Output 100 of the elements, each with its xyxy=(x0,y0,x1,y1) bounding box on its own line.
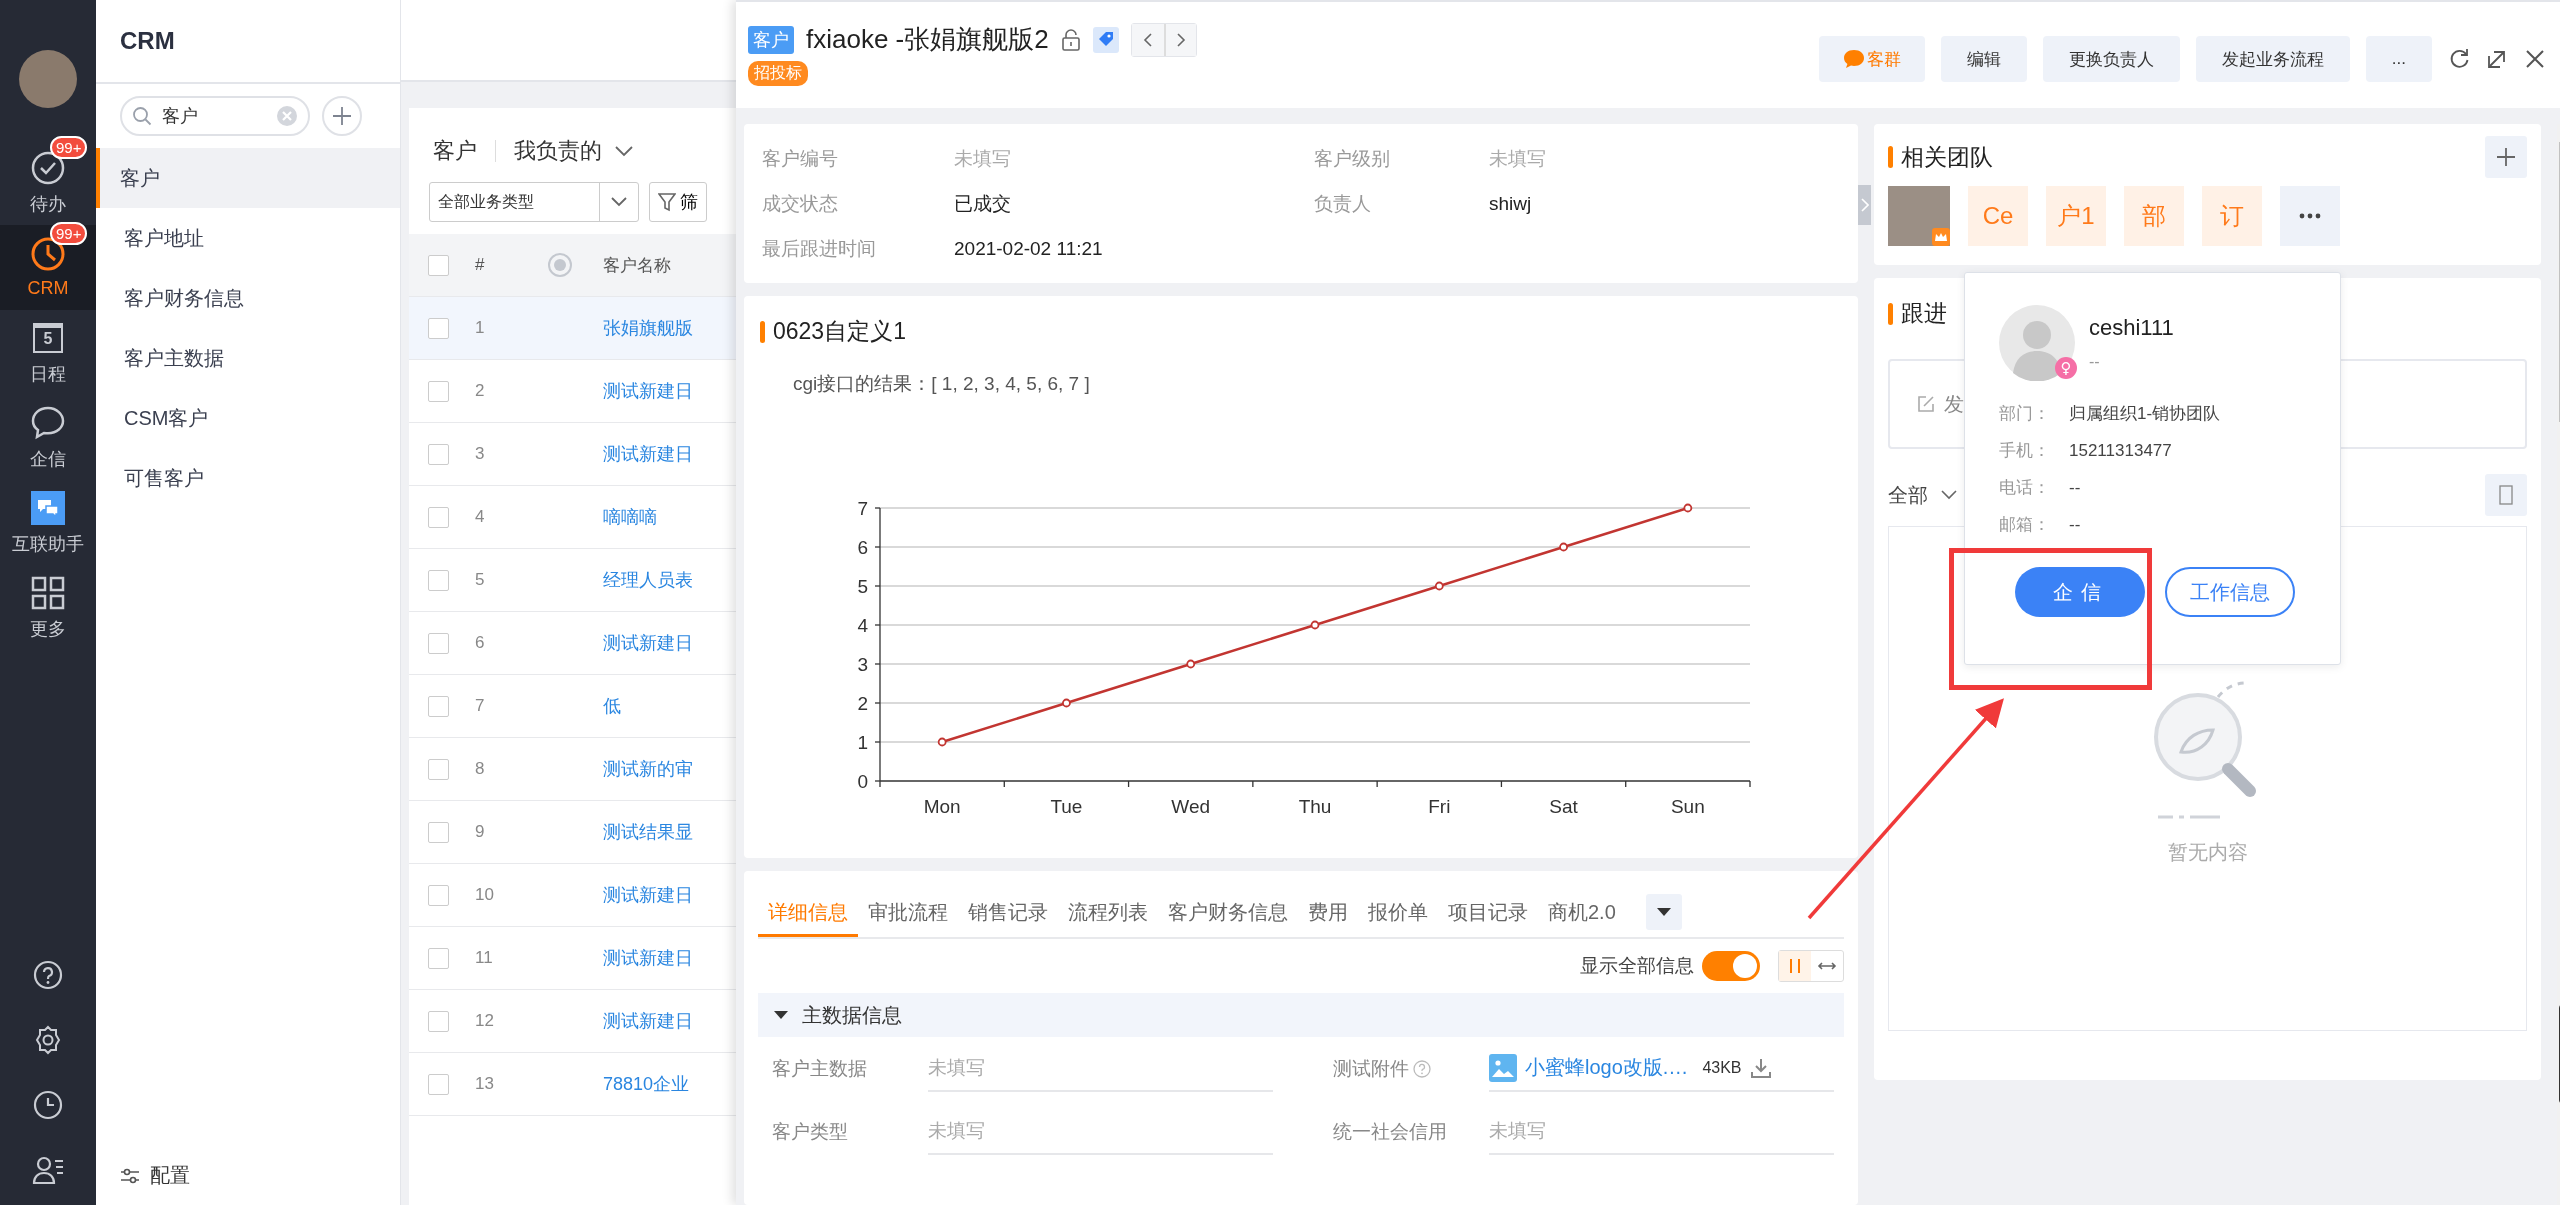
table-row[interactable]: 12 测试新建日 xyxy=(409,990,736,1053)
settings-link[interactable]: 配置 xyxy=(150,1162,190,1189)
customer-link[interactable]: 张娟旗舰版 xyxy=(603,318,693,338)
view-button[interactable] xyxy=(2485,474,2527,516)
checkbox[interactable] xyxy=(427,380,449,402)
help-icon[interactable] xyxy=(33,960,63,990)
toggle-switch[interactable] xyxy=(1702,951,1760,981)
table-row[interactable]: 13 78810企业 xyxy=(409,1053,736,1116)
sidebar-item[interactable]: 客户地址 xyxy=(96,208,400,268)
tab[interactable]: 报价单 xyxy=(1358,887,1438,937)
customer-link[interactable]: 测试新建日 xyxy=(603,948,693,968)
checkbox[interactable] xyxy=(427,947,449,969)
checkbox[interactable] xyxy=(427,317,449,339)
sidebar-item[interactable]: 客户财务信息 xyxy=(96,268,400,328)
contact-action-button[interactable]: 工作信息 xyxy=(2165,567,2295,617)
add-member-button[interactable] xyxy=(2485,136,2527,178)
sidebar-item[interactable]: CSM客户 xyxy=(96,388,400,448)
next-button[interactable] xyxy=(1163,23,1196,56)
table-row[interactable]: 5 经理人员表 xyxy=(409,549,736,612)
tab[interactable]: 客户财务信息 xyxy=(1158,887,1298,937)
refresh-icon[interactable] xyxy=(2448,48,2470,70)
contact-action-button[interactable]: 企信 xyxy=(2015,567,2145,617)
nav-item[interactable]: 更多 xyxy=(0,565,96,650)
checkbox[interactable] xyxy=(427,884,449,906)
sidebar-item[interactable]: 客户 xyxy=(96,148,400,208)
tab[interactable]: 详细信息 xyxy=(758,887,858,937)
file-link[interactable]: 小蜜蜂logo改版.… xyxy=(1525,1054,1689,1081)
customer-link[interactable]: 嘀嘀嘀 xyxy=(603,507,657,527)
member-tile[interactable]: Ce xyxy=(1968,186,2028,246)
download-icon[interactable] xyxy=(1749,1056,1772,1079)
nav-item[interactable]: 99+ CRM xyxy=(0,225,96,310)
filter-button[interactable]: 筛 xyxy=(649,182,707,222)
lock-icon[interactable] xyxy=(1060,28,1081,51)
clear-icon[interactable] xyxy=(276,105,298,127)
contacts-icon[interactable] xyxy=(32,1155,64,1185)
table-row[interactable]: 6 测试新建日 xyxy=(409,612,736,675)
close-icon[interactable] xyxy=(2524,48,2546,70)
customer-link[interactable]: 测试结果显 xyxy=(603,822,693,842)
table-row[interactable]: 11 测试新建日 xyxy=(409,927,736,990)
action-button[interactable]: ... xyxy=(2365,36,2432,82)
member-tile[interactable]: 户1 xyxy=(2046,186,2106,246)
layout-option[interactable] xyxy=(1779,951,1811,981)
table-row[interactable]: 8 测试新的审 xyxy=(409,738,736,801)
member-tile[interactable]: 部 xyxy=(2124,186,2184,246)
customer-link[interactable]: 测试新建日 xyxy=(603,381,693,401)
table-row[interactable]: 3 测试新建日 xyxy=(409,423,736,486)
table-row[interactable]: 4 嘀嘀嘀 xyxy=(409,486,736,549)
customer-link[interactable]: 测试新建日 xyxy=(603,444,693,464)
action-button[interactable]: 客群 xyxy=(1818,36,1925,82)
clock-icon[interactable] xyxy=(33,1090,63,1120)
checkbox[interactable] xyxy=(427,1010,449,1032)
filter-dropdown[interactable]: 全部 xyxy=(1888,481,1958,509)
customer-link[interactable]: 测试新的审 xyxy=(603,759,693,779)
nav-item[interactable]: 互联助手 xyxy=(0,480,96,565)
customer-link[interactable]: 测试新建日 xyxy=(603,633,693,653)
tab[interactable]: 费用 xyxy=(1298,887,1358,937)
customer-link[interactable]: 低 xyxy=(603,696,621,716)
action-button[interactable]: 发起业务流程 xyxy=(2195,36,2350,82)
add-button[interactable] xyxy=(322,96,362,136)
nav-item[interactable]: 企信 xyxy=(0,395,96,480)
search-field[interactable]: 客户 xyxy=(120,96,310,136)
customer-link[interactable]: 测试新建日 xyxy=(603,1011,693,1031)
nav-item[interactable]: 5 日程 xyxy=(0,310,96,395)
collapse-handle[interactable] xyxy=(1858,185,1871,225)
customer-link[interactable]: 78810企业 xyxy=(603,1074,690,1094)
expand-icon[interactable] xyxy=(2486,48,2508,70)
checkbox[interactable] xyxy=(427,254,449,276)
checkbox[interactable] xyxy=(427,695,449,717)
caret-down-icon[interactable] xyxy=(774,1011,788,1019)
photo-placeholder[interactable] xyxy=(1888,186,1950,246)
view-dropdown[interactable]: 我负责的 xyxy=(514,136,634,166)
sidebar-item[interactable]: 客户主数据 xyxy=(96,328,400,388)
tab[interactable]: 项目记录 xyxy=(1438,887,1538,937)
previous-button[interactable] xyxy=(1131,23,1164,56)
checkbox[interactable] xyxy=(427,1073,449,1095)
customer-link[interactable]: 测试新建日 xyxy=(603,885,693,905)
tab[interactable]: 商机2.0 xyxy=(1538,887,1626,937)
target-icon[interactable] xyxy=(547,252,573,278)
checkbox[interactable] xyxy=(427,632,449,654)
tab[interactable]: 流程列表 xyxy=(1058,887,1158,937)
sidebar-item[interactable]: 可售客户 xyxy=(96,448,400,508)
tab[interactable]: 销售记录 xyxy=(958,887,1058,937)
table-row[interactable]: 1 张娟旗舰版 xyxy=(409,297,736,360)
checkbox[interactable] xyxy=(427,569,449,591)
table-row[interactable]: 7 低 xyxy=(409,675,736,738)
settings-icon[interactable] xyxy=(33,1025,63,1055)
table-row[interactable]: 10 测试新建日 xyxy=(409,864,736,927)
table-row[interactable]: 9 测试结果显 xyxy=(409,801,736,864)
tag-icon[interactable] xyxy=(1092,26,1119,53)
action-button[interactable]: 编辑 xyxy=(1940,36,2027,82)
action-button[interactable]: 更换负责人 xyxy=(2042,36,2180,82)
tab[interactable]: 审批流程 xyxy=(858,887,958,937)
checkbox[interactable] xyxy=(427,821,449,843)
table-row[interactable]: 2 测试新建日 xyxy=(409,360,736,423)
type-select[interactable]: 全部业务类型 xyxy=(429,182,639,222)
checkbox[interactable] xyxy=(427,758,449,780)
more-tabs-button[interactable] xyxy=(1645,894,1682,930)
checkbox[interactable] xyxy=(427,506,449,528)
member-tile[interactable]: 订 xyxy=(2202,186,2262,246)
customer-link[interactable]: 经理人员表 xyxy=(603,570,693,590)
